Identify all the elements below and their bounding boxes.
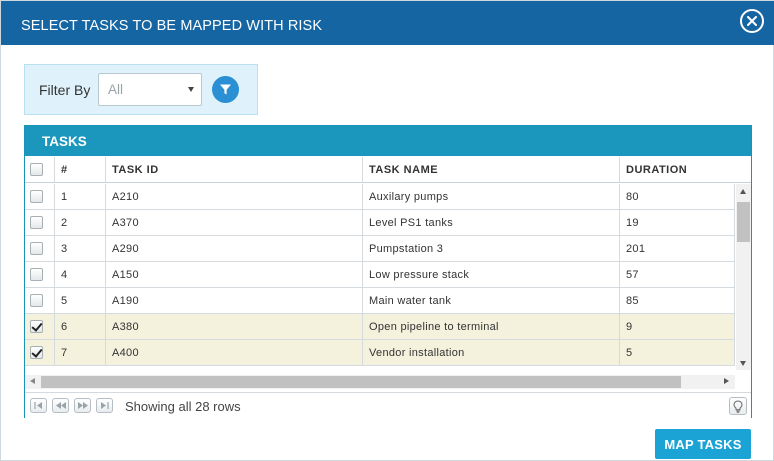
table-row[interactable]: 1 A210 Auxilary pumps 80 bbox=[25, 184, 735, 210]
row-checkbox[interactable] bbox=[30, 242, 43, 255]
first-page-icon bbox=[34, 402, 42, 409]
apply-filter-button[interactable] bbox=[212, 76, 239, 103]
grid-title-bar: TASKS bbox=[25, 126, 751, 156]
previous-page-button[interactable] bbox=[52, 398, 69, 413]
next-page-button[interactable] bbox=[74, 398, 91, 413]
cell-duration: 5 bbox=[620, 340, 735, 365]
dialog-titlebar: SELECT TASKS TO BE MAPPED WITH RISK bbox=[1, 1, 774, 45]
cell-select bbox=[25, 184, 55, 209]
cell-select bbox=[25, 210, 55, 235]
cell-task-id: A380 bbox=[106, 314, 363, 339]
previous-page-icon bbox=[55, 402, 66, 409]
cell-task-id: A190 bbox=[106, 288, 363, 313]
last-page-button[interactable] bbox=[96, 398, 113, 413]
row-checkbox[interactable] bbox=[30, 268, 43, 281]
map-tasks-button[interactable]: MAP TASKS bbox=[655, 429, 751, 459]
cell-select bbox=[25, 236, 55, 261]
cell-duration: 85 bbox=[620, 288, 735, 313]
cell-duration: 57 bbox=[620, 262, 735, 287]
table-row[interactable]: 4 A150 Low pressure stack 57 bbox=[25, 262, 735, 288]
column-header-task-name[interactable]: TASK NAME bbox=[363, 157, 620, 183]
cell-task-name: Low pressure stack bbox=[363, 262, 620, 287]
funnel-filter-icon bbox=[220, 84, 231, 95]
row-checkbox[interactable] bbox=[30, 294, 43, 307]
cell-duration: 80 bbox=[620, 184, 735, 209]
row-checkbox[interactable] bbox=[30, 346, 43, 359]
cell-task-name: Level PS1 tanks bbox=[363, 210, 620, 235]
vertical-scroll-thumb[interactable] bbox=[737, 202, 750, 242]
select-all-cell bbox=[25, 157, 55, 183]
cell-duration: 9 bbox=[620, 314, 735, 339]
cell-number: 2 bbox=[55, 210, 106, 235]
cell-number: 6 bbox=[55, 314, 106, 339]
table-row[interactable]: 6 A380 Open pipeline to terminal 9 bbox=[25, 314, 735, 340]
last-page-icon bbox=[101, 402, 109, 409]
cell-task-id: A370 bbox=[106, 210, 363, 235]
cell-select bbox=[25, 314, 55, 339]
cell-task-name: Pumpstation 3 bbox=[363, 236, 620, 261]
cell-task-id: A150 bbox=[106, 262, 363, 287]
column-header-number[interactable]: # bbox=[55, 157, 106, 183]
vertical-scrollbar[interactable] bbox=[736, 184, 751, 370]
grid-pager: Showing all 28 rows bbox=[25, 392, 751, 418]
cell-task-name: Auxilary pumps bbox=[363, 184, 620, 209]
cell-duration: 201 bbox=[620, 236, 735, 261]
table-row[interactable]: 3 A290 Pumpstation 3 201 bbox=[25, 236, 735, 262]
filter-select-value: All bbox=[108, 82, 124, 97]
table-row-partial[interactable] bbox=[25, 366, 735, 370]
cell-task-name: Open pipeline to terminal bbox=[363, 314, 620, 339]
cell-task-name: Main water tank bbox=[363, 288, 620, 313]
row-checkbox[interactable] bbox=[30, 320, 43, 333]
column-header-task-id[interactable]: TASK ID bbox=[106, 157, 363, 183]
grid-body: 1 A210 Auxilary pumps 80 2 A370 Level PS1 tank… bbox=[25, 184, 735, 370]
scroll-left-arrow-icon[interactable] bbox=[30, 378, 35, 384]
filter-by-select[interactable]: All bbox=[98, 73, 202, 106]
cell-select bbox=[25, 340, 55, 365]
hint-button[interactable] bbox=[729, 397, 747, 415]
cell-task-id: A290 bbox=[106, 236, 363, 261]
pager-info: Showing all 28 rows bbox=[125, 399, 241, 414]
scroll-up-arrow-icon[interactable] bbox=[740, 189, 746, 194]
cell-number: 1 bbox=[55, 184, 106, 209]
cell-duration: 19 bbox=[620, 210, 735, 235]
cell-number: 3 bbox=[55, 236, 106, 261]
cell-task-id: A210 bbox=[106, 184, 363, 209]
table-row[interactable]: 7 A400 Vendor installation 5 bbox=[25, 340, 735, 366]
cell-task-id: A400 bbox=[106, 340, 363, 365]
dialog-title: SELECT TASKS TO BE MAPPED WITH RISK bbox=[21, 18, 323, 34]
cell-select bbox=[25, 288, 55, 313]
grid-title: TASKS bbox=[42, 134, 87, 149]
tasks-grid: TASKS # TASK ID TASK NAME DURATION 1 A210… bbox=[24, 125, 752, 418]
filter-panel: Filter By All bbox=[24, 64, 258, 115]
cell-number: 4 bbox=[55, 262, 106, 287]
horizontal-scroll-thumb[interactable] bbox=[41, 376, 681, 388]
cell-task-name: Vendor installation bbox=[363, 340, 620, 365]
scroll-down-arrow-icon[interactable] bbox=[740, 361, 746, 366]
horizontal-scrollbar[interactable] bbox=[25, 375, 735, 389]
table-row[interactable]: 2 A370 Level PS1 tanks 19 bbox=[25, 210, 735, 236]
map-tasks-dialog: SELECT TASKS TO BE MAPPED WITH RISK Filt… bbox=[0, 0, 774, 461]
filter-by-label: Filter By bbox=[39, 82, 91, 98]
select-all-checkbox[interactable] bbox=[30, 163, 43, 176]
row-checkbox[interactable] bbox=[30, 190, 43, 203]
next-page-icon bbox=[77, 402, 88, 409]
lightbulb-icon bbox=[733, 399, 743, 413]
scroll-right-arrow-icon[interactable] bbox=[724, 378, 729, 384]
cell-select bbox=[25, 262, 55, 287]
cell-number: 7 bbox=[55, 340, 106, 365]
table-row[interactable]: 5 A190 Main water tank 85 bbox=[25, 288, 735, 314]
cell-number: 5 bbox=[55, 288, 106, 313]
grid-header-row: # TASK ID TASK NAME DURATION bbox=[25, 157, 751, 183]
row-checkbox[interactable] bbox=[30, 216, 43, 229]
close-button[interactable] bbox=[740, 9, 764, 33]
chevron-down-icon bbox=[188, 87, 194, 92]
first-page-button[interactable] bbox=[30, 398, 47, 413]
close-icon bbox=[747, 16, 757, 26]
column-header-duration[interactable]: DURATION bbox=[620, 157, 751, 183]
